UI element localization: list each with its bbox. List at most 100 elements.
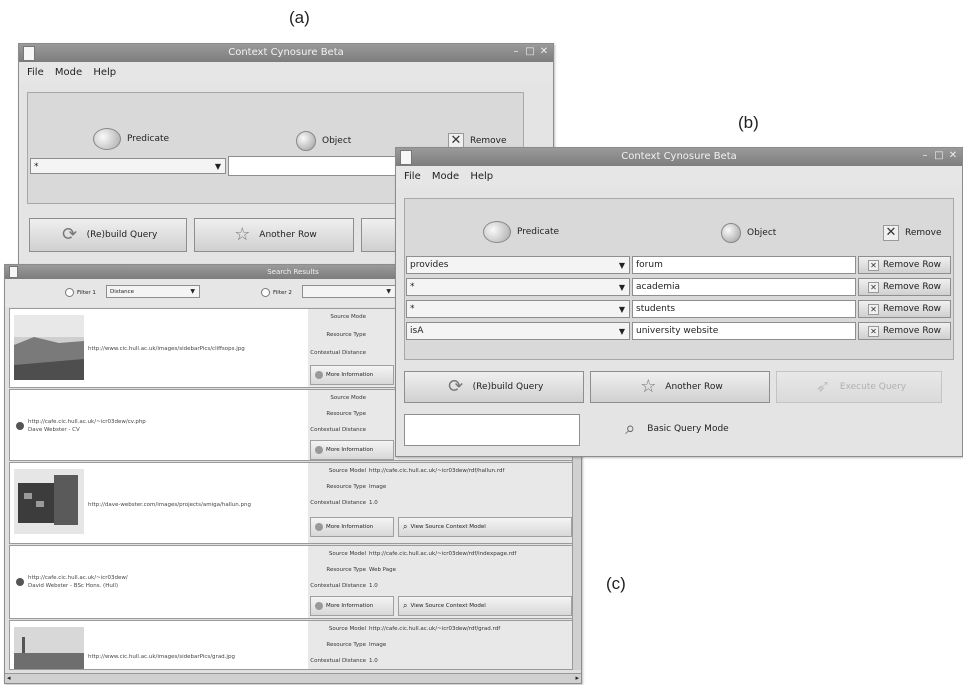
document-icon [400, 150, 412, 165]
filter1-select[interactable]: Distance ▼ [106, 285, 200, 298]
source-model-value: http://cafe.cic.hull.ac.uk/~icr03dew/rdf… [369, 626, 501, 632]
filter2-radio[interactable]: Filter 2 [261, 288, 292, 297]
refresh-icon: ⟳ [62, 224, 78, 245]
object-header: Object [296, 131, 351, 151]
another-row-label: Another Row [665, 382, 723, 392]
source-model-value: http://cafe.cic.hull.ac.uk/~icr03dew/rdf… [369, 551, 517, 557]
execute-query-button[interactable]: ➶ Execute Query [776, 371, 942, 403]
rebuild-query-button[interactable]: ⟳ (Re)build Query [404, 371, 584, 403]
result-url[interactable]: http://www.cic.hull.ac.uk/images/sidebar… [88, 653, 235, 661]
object-input[interactable]: university website [632, 322, 856, 340]
basic-query-input[interactable] [404, 414, 580, 446]
menu-mode[interactable]: Mode [55, 62, 82, 84]
predicate-select-value: provides [410, 260, 449, 270]
result-row[interactable]: http://dave-webster.com/images/projects/… [9, 462, 575, 544]
maximize-icon[interactable]: □ [934, 151, 944, 161]
result-title: Dave Webster - CV [28, 427, 80, 433]
rebuild-query-label: (Re)build Query [86, 230, 158, 240]
result-url[interactable]: http://dave-webster.com/images/projects/… [88, 501, 251, 509]
resource-type-value: Image [369, 484, 387, 490]
remove-icon: ✕ [867, 325, 879, 337]
another-row-button[interactable]: ☆ Another Row [194, 218, 354, 252]
remove-row-button[interactable]: ✕ Remove Row [858, 278, 951, 296]
result-url[interactable]: http://www.cic.hull.ac.uk/images/sidebar… [88, 345, 245, 353]
figure-label-c: (c) [606, 574, 626, 593]
object-input[interactable]: students [632, 300, 856, 318]
horizontal-scrollbar[interactable]: ◂ ▸ [5, 673, 581, 683]
predicate-select[interactable]: isA ▼ [406, 322, 630, 340]
magnifier-icon: ⌕ [403, 522, 408, 531]
remove-row-button[interactable]: ✕ Remove Row [858, 256, 951, 274]
magnifier-icon: ⌕ [625, 418, 636, 439]
predicate-select[interactable]: provides ▼ [406, 256, 630, 274]
figure-label-a: (a) [289, 8, 310, 27]
filter2-select[interactable]: ▼ [302, 285, 396, 298]
basic-query-mode-button[interactable]: ⌕ Basic Query Mode [614, 412, 734, 446]
window-b: Context Cynosure Beta – □ ✕ File Mode He… [395, 147, 963, 457]
scroll-left-icon[interactable]: ◂ [7, 674, 11, 682]
remove-icon: ✕ [883, 225, 899, 241]
palette-icon [93, 128, 121, 150]
remove-row-button[interactable]: ✕ Remove Row [858, 300, 951, 318]
window-b-titlebar[interactable]: Context Cynosure Beta – □ ✕ [396, 148, 962, 166]
rebuild-query-button[interactable]: ⟳ (Re)build Query [29, 218, 187, 252]
palette-icon [483, 221, 511, 243]
predicate-select[interactable]: * ▼ [30, 158, 226, 174]
resource-type-value: Web Page [369, 567, 397, 573]
close-icon[interactable]: ✕ [948, 151, 958, 161]
predicate-select-value: * [34, 162, 39, 172]
figure-label-b: (b) [738, 113, 759, 132]
window-a-titlebar[interactable]: Context Cynosure Beta – □ ✕ [19, 44, 553, 62]
result-row[interactable]: http://cafe.cic.hull.ac.uk/~icr03dew/ Da… [9, 545, 575, 619]
star-icon: ☆ [640, 376, 657, 397]
scroll-right-icon[interactable]: ▸ [575, 674, 579, 682]
globe-icon [296, 131, 316, 151]
more-information-button[interactable]: More Information [310, 440, 394, 460]
source-model-label: Source Model [328, 468, 366, 474]
more-information-label: More Information [326, 372, 374, 378]
source-model-label: Source Mode [330, 395, 366, 401]
object-input[interactable]: academia [632, 278, 856, 296]
filter1-value: Distance [110, 289, 135, 295]
resource-type-label: Resource Type [326, 332, 366, 338]
window-a-title: Context Cynosure Beta [228, 47, 344, 58]
maximize-icon[interactable]: □ [525, 47, 535, 57]
minimize-icon[interactable]: – [920, 151, 930, 161]
menu-help[interactable]: Help [93, 62, 116, 84]
remove-header-label: Remove [905, 228, 942, 238]
more-information-button[interactable]: More Information [310, 517, 394, 537]
star-icon: ☆ [234, 224, 251, 245]
result-row[interactable]: http://www.cic.hull.ac.uk/images/sidebar… [9, 620, 575, 670]
magnifier-icon: ⌕ [403, 601, 408, 610]
chevron-down-icon: ▼ [190, 288, 195, 295]
more-information-button[interactable]: More Information [310, 596, 394, 616]
close-icon[interactable]: ✕ [539, 47, 549, 57]
filter1-radio[interactable]: Filter 1 [65, 288, 96, 297]
view-source-context-model-button[interactable]: ⌕ View Source Context Model [398, 596, 572, 616]
predicate-header-label: Predicate [127, 134, 170, 144]
radio-icon [261, 288, 270, 297]
view-source-context-model-button[interactable]: ⌕ View Source Context Model [398, 517, 572, 537]
result-url[interactable]: http://cafe.cic.hull.ac.uk/~icr03dew/cv.… [28, 418, 146, 426]
menu-help[interactable]: Help [470, 166, 493, 188]
remove-row-label: Remove Row [882, 260, 942, 270]
chevron-down-icon: ▼ [618, 305, 625, 314]
menu-file[interactable]: File [27, 62, 44, 84]
object-input[interactable]: forum [632, 256, 856, 274]
remove-row-button[interactable]: ✕ Remove Row [858, 322, 951, 340]
menu-file[interactable]: File [404, 166, 421, 188]
web-page-icon [16, 422, 24, 430]
resource-type-label: Resource Type [326, 642, 366, 648]
predicate-select[interactable]: * ▼ [406, 300, 630, 318]
source-model-label: Source Mode [330, 314, 366, 320]
source-model-label: Source Model [328, 551, 366, 557]
result-thumbnail [14, 315, 84, 380]
predicate-select[interactable]: * ▼ [406, 278, 630, 296]
result-url[interactable]: http://cafe.cic.hull.ac.uk/~icr03dew/ [28, 574, 128, 582]
another-row-button[interactable]: ☆ Another Row [590, 371, 770, 403]
result-thumbnail [14, 627, 84, 669]
minimize-icon[interactable]: – [511, 47, 521, 57]
more-information-button[interactable]: More Information [310, 365, 394, 385]
chevron-down-icon: ▼ [386, 288, 391, 295]
menu-mode[interactable]: Mode [432, 166, 459, 188]
